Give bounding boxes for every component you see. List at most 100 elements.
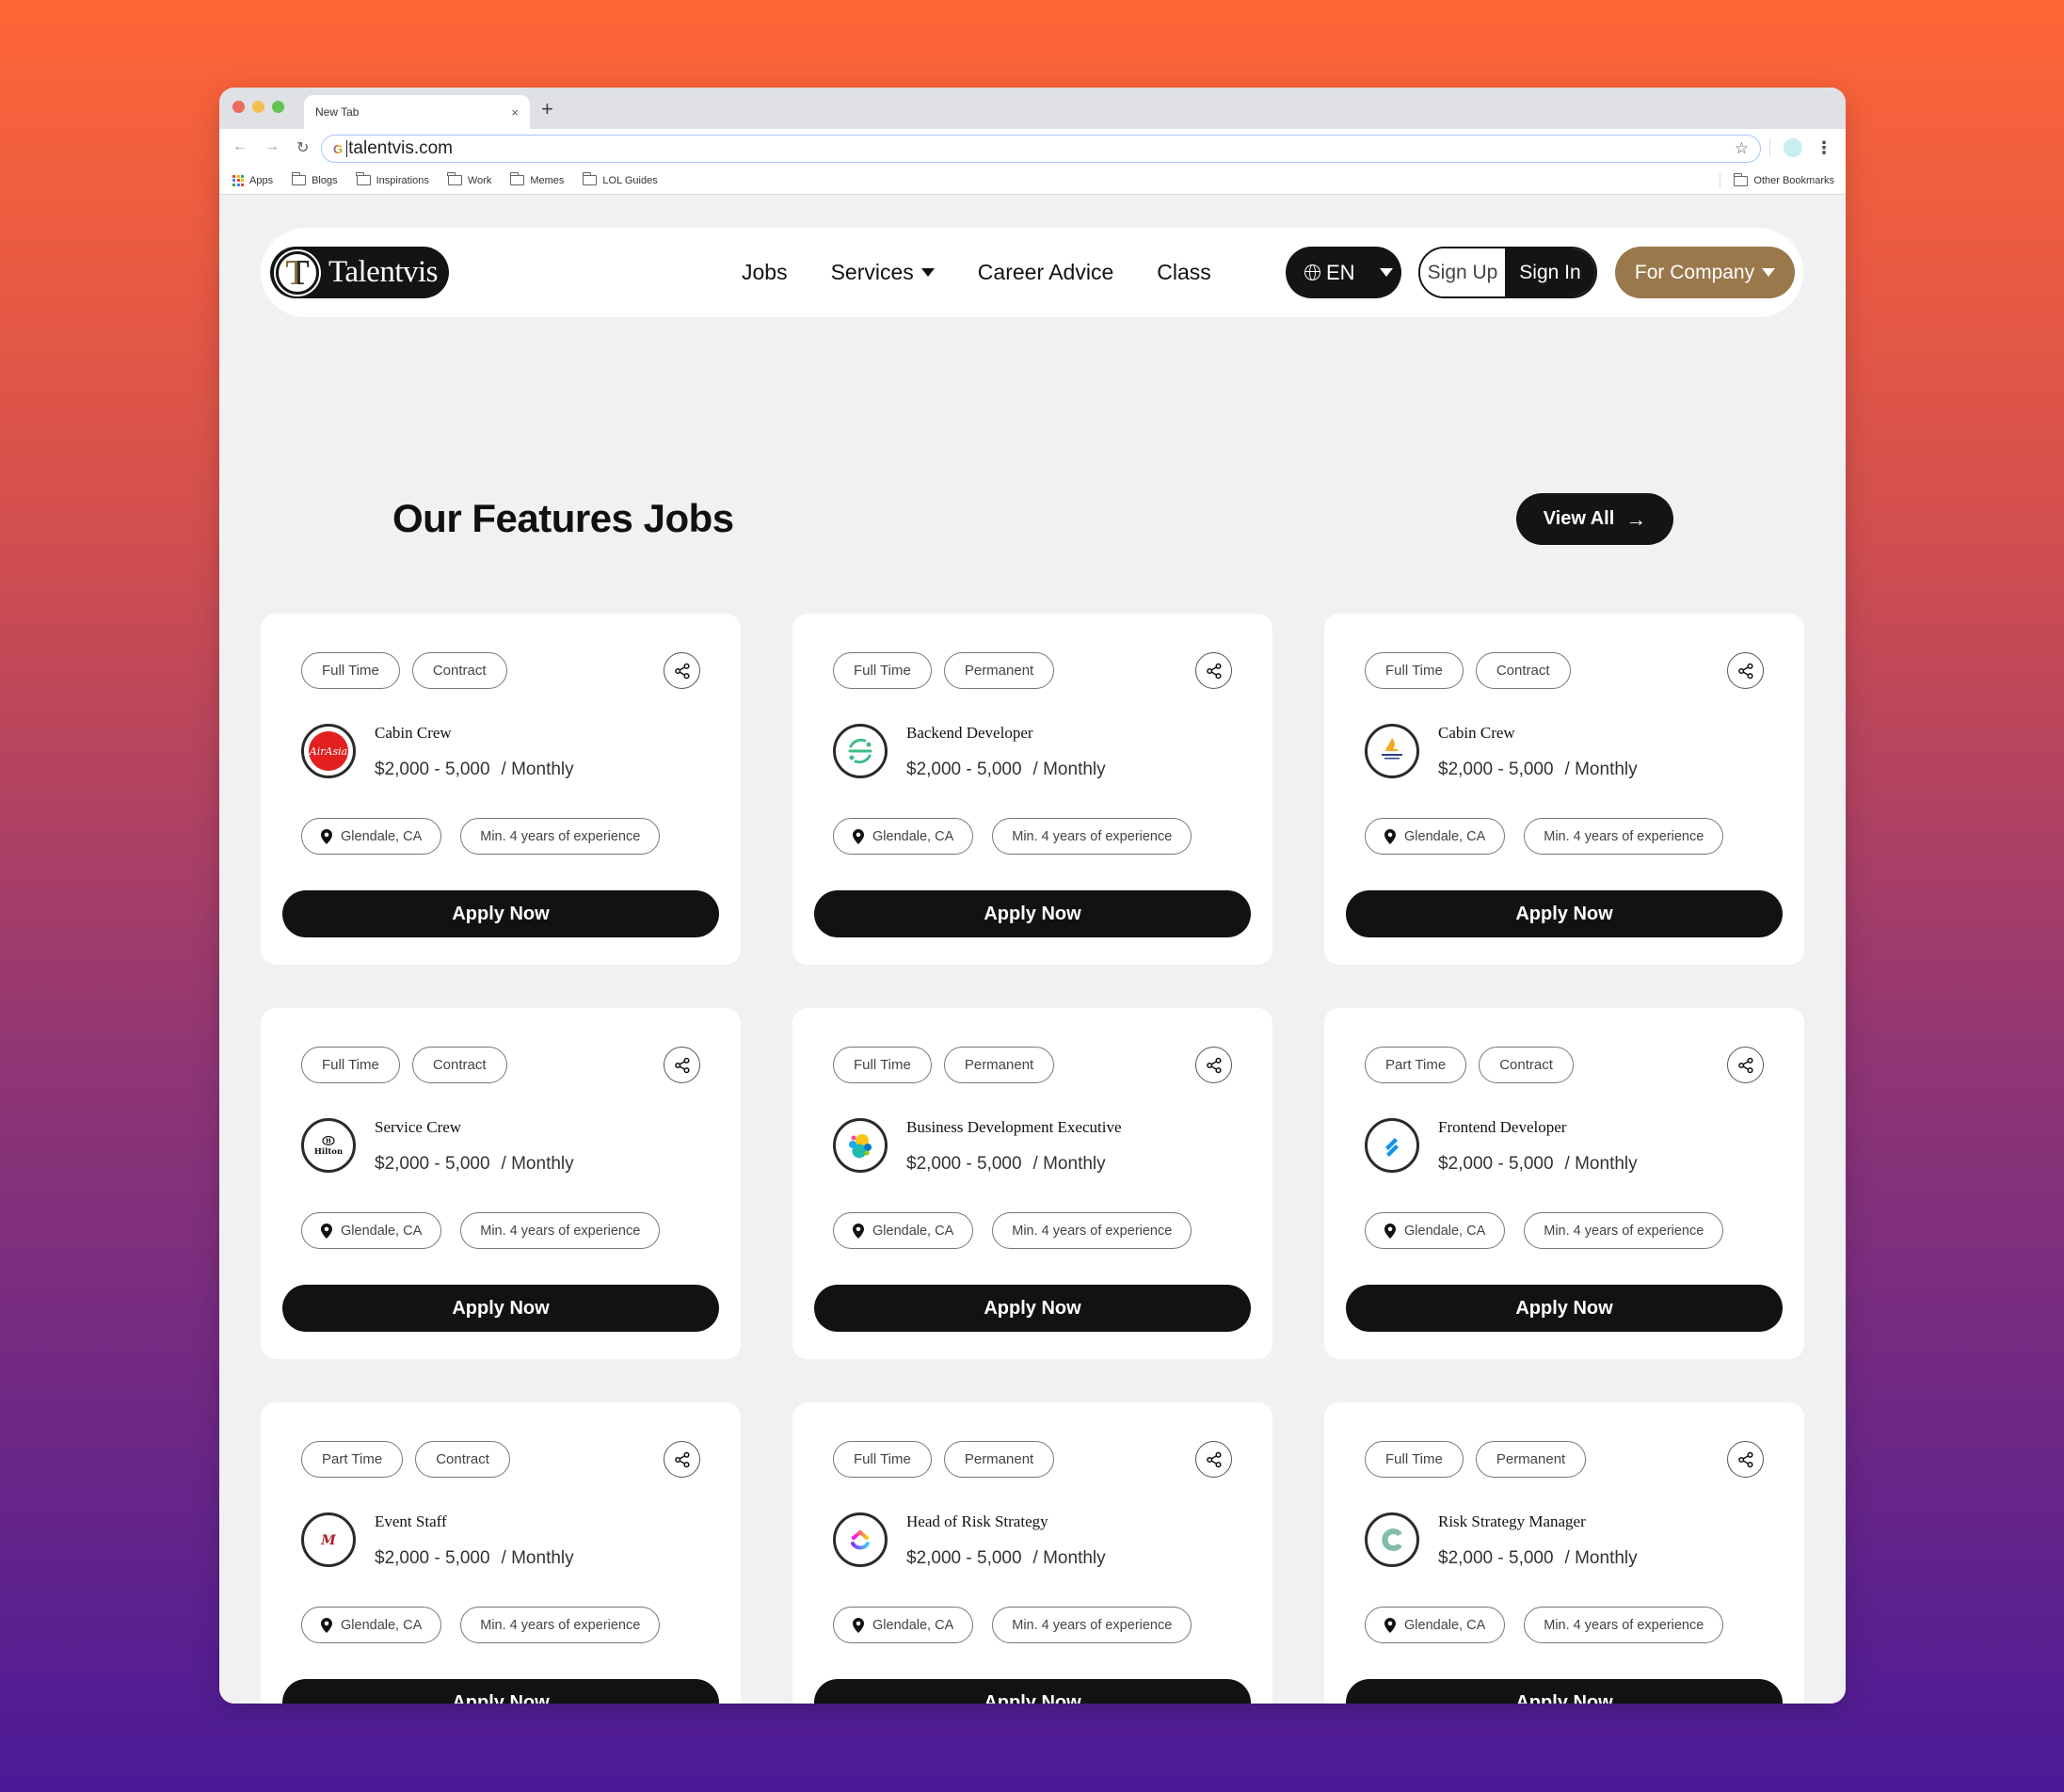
reload-icon[interactable]: ↻ <box>296 138 309 157</box>
apply-now-button[interactable]: Apply Now <box>1346 1285 1783 1332</box>
job-title[interactable]: Cabin Crew <box>1438 724 1515 743</box>
browser-menu-icon[interactable]: ⋮ <box>1816 139 1832 156</box>
job-title[interactable]: Risk Strategy Manager <box>1438 1512 1586 1531</box>
for-company-button[interactable]: For Company <box>1615 247 1795 298</box>
job-type-tag[interactable]: Full Time <box>833 652 932 689</box>
contract-type-tag[interactable]: Permanent <box>943 652 1055 689</box>
helpscout-logo <box>1365 1118 1419 1173</box>
contract-type-tag[interactable]: Permanent <box>1475 1441 1587 1478</box>
contract-type-tag[interactable]: Permanent <box>943 1047 1055 1083</box>
job-title[interactable]: Cabin Crew <box>375 724 452 743</box>
job-type-tag[interactable]: Part Time <box>301 1441 404 1478</box>
globe-icon <box>1304 264 1320 280</box>
contract-type-tag[interactable]: Contract <box>1479 1047 1574 1083</box>
sign-up-button[interactable]: Sign Up <box>1420 248 1505 296</box>
location-pin-icon <box>853 1617 864 1633</box>
location-pill: Glendale, CA <box>301 818 442 855</box>
location-text: Glendale, CA <box>872 828 954 844</box>
job-type-tag[interactable]: Full Time <box>1365 652 1464 689</box>
job-card: Full Time Permanent Risk Strategy Manage… <box>1324 1402 1804 1704</box>
job-title[interactable]: Frontend Developer <box>1438 1118 1566 1137</box>
forward-icon[interactable]: → <box>264 138 280 157</box>
apply-now-button[interactable]: Apply Now <box>282 1285 719 1332</box>
close-window-button[interactable] <box>232 101 245 113</box>
share-button[interactable] <box>1195 1047 1232 1083</box>
apply-now-button[interactable]: Apply Now <box>282 1679 719 1704</box>
job-title[interactable]: Head of Risk Strategy <box>906 1512 1048 1531</box>
page-content: T Talentvis Jobs Services Career Advice … <box>219 195 1846 1704</box>
apply-now-button[interactable]: Apply Now <box>814 1285 1251 1332</box>
url-text[interactable]: talentvis.com <box>348 138 1735 159</box>
share-button[interactable] <box>1727 1047 1764 1083</box>
section-title: Our Features Jobs <box>392 496 734 540</box>
share-button[interactable] <box>1727 1441 1764 1478</box>
job-type-tag[interactable]: Full Time <box>833 1441 932 1478</box>
bookmark-work[interactable]: Work <box>447 172 492 186</box>
experience-pill: Min. 4 years of experience <box>1524 818 1724 855</box>
job-type-tag[interactable]: Full Time <box>301 1047 400 1083</box>
bookmark-memes[interactable]: Memes <box>509 172 564 186</box>
share-button[interactable] <box>664 1441 700 1478</box>
salary-range: $2,000 - 5,000 <box>1438 760 1554 779</box>
menu-item-services[interactable]: Services <box>831 260 935 285</box>
bookmark-inspirations[interactable]: Inspirations <box>356 172 429 186</box>
language-selector[interactable]: EN <box>1286 247 1401 298</box>
share-button[interactable] <box>1195 652 1232 689</box>
share-button[interactable] <box>1727 652 1764 689</box>
apply-now-button[interactable]: Apply Now <box>1346 890 1783 937</box>
address-bar[interactable]: G talentvis.com ☆ <box>321 135 1761 163</box>
share-icon <box>1737 663 1753 679</box>
bookmark-blogs[interactable]: Blogs <box>291 172 338 186</box>
contract-type-tag[interactable]: Permanent <box>943 1441 1055 1478</box>
minimize-window-button[interactable] <box>252 101 264 113</box>
bookmark-star-icon[interactable]: ☆ <box>1735 139 1749 158</box>
apply-now-button[interactable]: Apply Now <box>282 890 719 937</box>
job-title[interactable]: Service Crew <box>375 1118 461 1137</box>
new-tab-button[interactable]: + <box>541 97 553 121</box>
close-tab-icon[interactable]: × <box>511 105 519 120</box>
talentvis-logo[interactable]: T Talentvis <box>270 247 449 298</box>
apply-now-button[interactable]: Apply Now <box>1346 1679 1783 1704</box>
bookmark-label: Work <box>467 174 492 186</box>
job-card: Full Time Contract Cabin Crew $2,000 - 5… <box>1324 614 1804 965</box>
salary-range: $2,000 - 5,000 <box>1438 1548 1554 1568</box>
sign-in-button[interactable]: Sign In <box>1505 248 1595 296</box>
job-type-tag[interactable]: Full Time <box>1365 1441 1464 1478</box>
share-button[interactable] <box>664 652 700 689</box>
bookmark-other[interactable]: Other Bookmarks <box>1733 172 1834 186</box>
job-title[interactable]: Event Staff <box>375 1512 447 1531</box>
menu-item-jobs[interactable]: Jobs <box>742 260 788 285</box>
contract-type-tag[interactable]: Contract <box>411 652 507 689</box>
job-meta: Glendale, CA Min. 4 years of experience <box>833 1212 1192 1249</box>
back-icon[interactable]: ← <box>232 138 248 157</box>
salary-period: / Monthly <box>1564 1154 1638 1174</box>
maximize-window-button[interactable] <box>272 101 284 113</box>
share-button[interactable] <box>664 1047 700 1083</box>
apply-now-button[interactable]: Apply Now <box>814 1679 1251 1704</box>
job-type-tag[interactable]: Full Time <box>833 1047 932 1083</box>
job-title[interactable]: Backend Developer <box>906 724 1033 743</box>
bookmark-label: Other Bookmarks <box>1753 175 1834 186</box>
job-meta: Glendale, CA Min. 4 years of experience <box>1365 818 1724 855</box>
bookmark-apps[interactable]: Apps <box>232 174 274 186</box>
job-title[interactable]: Business Development Executive <box>906 1118 1122 1137</box>
menu-item-career-advice[interactable]: Career Advice <box>978 260 1113 285</box>
browser-tab[interactable]: New Tab × <box>304 95 530 129</box>
contract-type-tag[interactable]: Contract <box>1475 652 1571 689</box>
menu-item-class[interactable]: Class <box>1157 260 1211 285</box>
bookmark-label: Apps <box>249 174 274 186</box>
job-type-tag[interactable]: Part Time <box>1365 1047 1467 1083</box>
location-pin-icon <box>321 1223 332 1239</box>
job-meta: Glendale, CA Min. 4 years of experience <box>301 818 661 855</box>
share-button[interactable] <box>1195 1441 1232 1478</box>
view-all-button[interactable]: View All → <box>1516 493 1673 545</box>
salary-period: / Monthly <box>501 760 574 779</box>
location-pill: Glendale, CA <box>1365 1607 1506 1643</box>
apply-now-button[interactable]: Apply Now <box>814 890 1251 937</box>
job-meta: Glendale, CA Min. 4 years of experience <box>301 1607 661 1643</box>
job-type-tag[interactable]: Full Time <box>301 652 400 689</box>
profile-avatar[interactable] <box>1784 138 1802 157</box>
contract-type-tag[interactable]: Contract <box>415 1441 510 1478</box>
contract-type-tag[interactable]: Contract <box>411 1047 507 1083</box>
bookmark-lol-guides[interactable]: LOL Guides <box>582 172 658 186</box>
